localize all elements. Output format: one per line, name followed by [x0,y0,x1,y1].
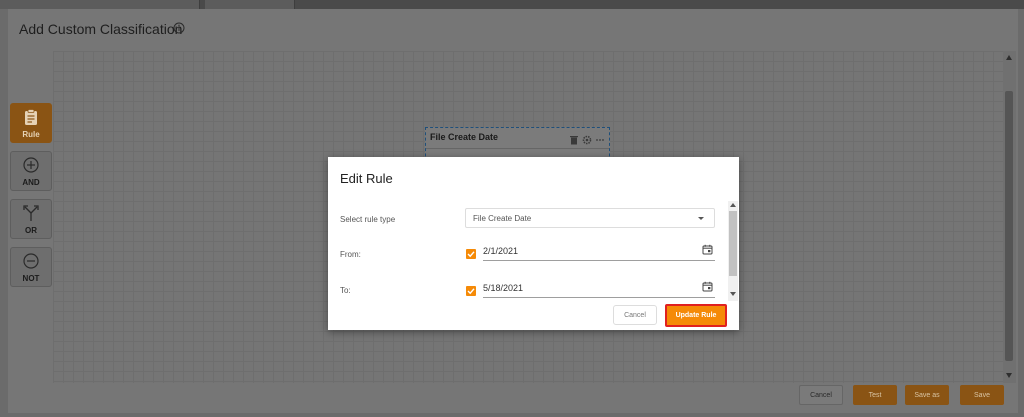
from-date-field[interactable]: 2/1/2021 [483,241,715,261]
save-as-button[interactable]: Save as [905,385,949,405]
from-date-value: 2/1/2021 [483,246,519,256]
scroll-up-arrow[interactable] [730,203,736,207]
test-button[interactable]: Test [853,385,897,405]
tool-rule[interactable]: Rule [10,103,52,143]
scroll-thumb[interactable] [729,211,737,276]
tool-or-label: OR [25,226,37,235]
cancel-button[interactable]: Cancel [799,385,843,405]
browser-tab[interactable] [0,0,200,9]
rule-type-select[interactable]: File Create Date [465,208,715,228]
browser-tab-strip [0,0,1024,9]
scroll-down-arrow[interactable] [730,292,736,296]
trash-icon[interactable] [569,132,579,145]
tool-not-label: NOT [22,274,40,283]
from-checkbox[interactable] [466,249,476,259]
rule-toolbox: Rule AND OR NOT [10,103,52,295]
info-icon[interactable] [173,22,185,34]
edit-rule-dialog: Edit Rule Select rule type File Create D… [328,157,739,330]
minus-circle-icon [23,253,39,269]
canvas-scrollbar[interactable] [1003,51,1016,383]
clipboard-icon [25,109,37,125]
scroll-thumb[interactable] [1005,91,1013,361]
from-label: From: [340,250,361,259]
chevron-down-icon [698,217,704,220]
tool-rule-label: Rule [22,130,40,139]
tool-and[interactable]: AND [10,151,52,191]
rule-node-title: File Create Date [430,132,499,142]
tool-not[interactable]: NOT [10,247,52,287]
dialog-title: Edit Rule [340,171,393,186]
more-icon[interactable] [595,132,605,142]
plus-circle-icon [23,157,39,173]
check-icon [467,288,475,295]
window-header: Add Custom Classification [8,9,1018,51]
rule-type-label: Select rule type [340,215,396,224]
scroll-up-arrow[interactable] [1006,55,1012,60]
calendar-icon[interactable] [702,244,713,255]
to-label: To: [340,286,351,295]
rule-node-actions [569,132,605,145]
update-rule-button[interactable]: Update Rule [665,304,727,327]
tool-or[interactable]: OR [10,199,52,239]
browser-tab[interactable] [205,0,295,9]
check-icon [467,251,475,258]
calendar-icon[interactable] [702,281,713,292]
tool-and-label: AND [22,178,40,187]
gear-icon[interactable] [582,132,592,145]
window-title: Add Custom Classification [19,21,183,37]
save-button[interactable]: Save [960,385,1004,405]
to-date-value: 5/18/2021 [483,283,524,293]
split-arrows-icon [23,205,39,221]
rule-type-value: File Create Date [473,214,532,223]
to-checkbox[interactable] [466,286,476,296]
to-date-field[interactable]: 5/18/2021 [483,278,715,298]
dialog-scrollbar[interactable] [728,201,738,301]
rule-node-divider [426,148,609,149]
scroll-down-arrow[interactable] [1006,373,1012,378]
dialog-cancel-button[interactable]: Cancel [613,305,657,325]
